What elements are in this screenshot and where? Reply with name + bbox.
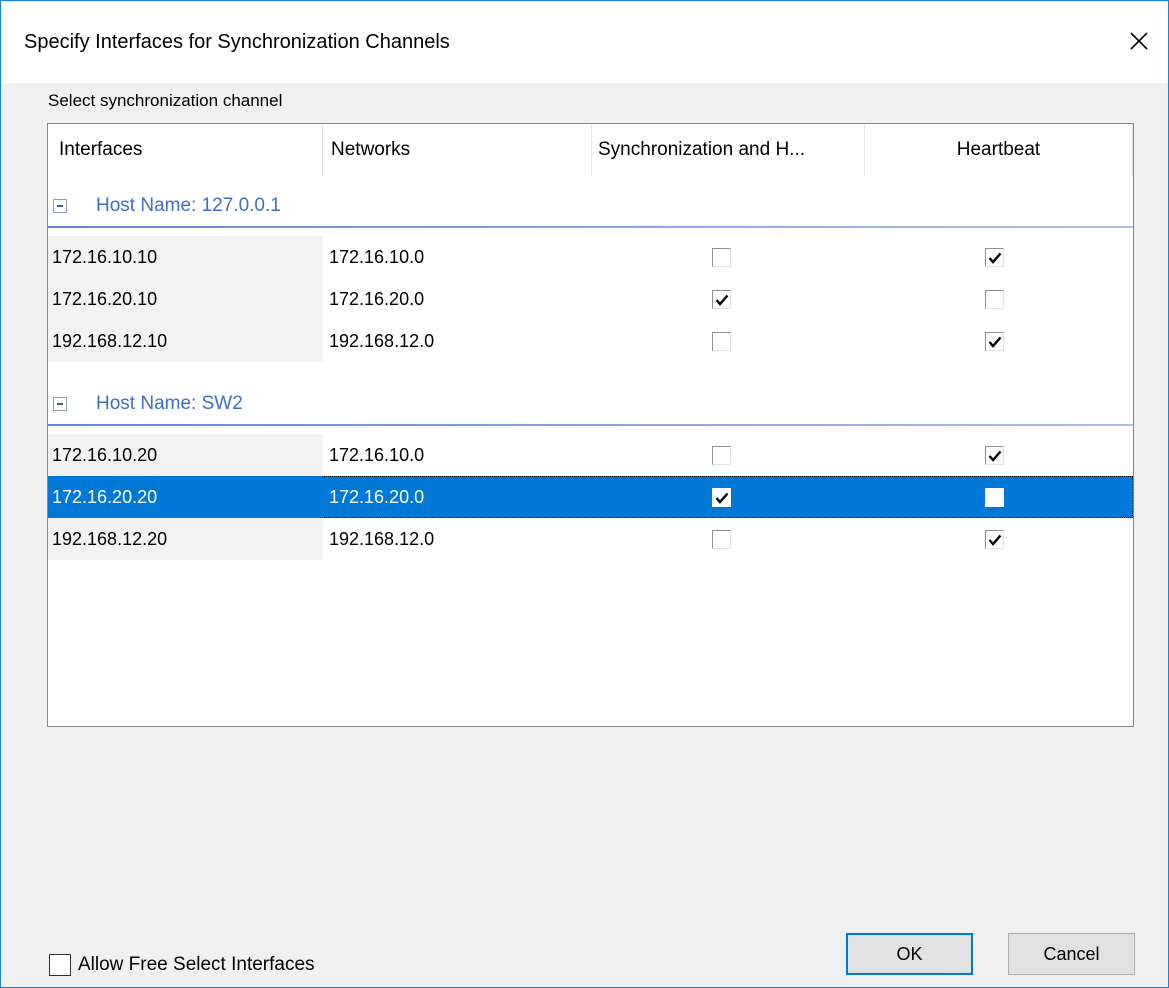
group-divider bbox=[48, 424, 1133, 426]
host-group-title: Host Name: SW2 bbox=[96, 393, 243, 414]
checkmark-icon bbox=[988, 534, 1002, 546]
group-divider bbox=[48, 226, 1133, 228]
interface-cell: 172.16.20.10 bbox=[48, 278, 323, 320]
network-cell: 192.168.12.0 bbox=[329, 528, 435, 549]
table-row[interactable]: 192.168.12.10 192.168.12.0 bbox=[48, 320, 1133, 362]
checkmark-icon bbox=[715, 492, 729, 504]
table-row[interactable]: 172.16.20.20 172.16.20.0 bbox=[48, 476, 1133, 518]
column-header-heartbeat[interactable]: Heartbeat bbox=[865, 124, 1133, 176]
collapse-group-icon[interactable] bbox=[53, 397, 67, 411]
interface-cell: 192.168.12.20 bbox=[48, 518, 323, 560]
sync-checkbox[interactable] bbox=[712, 488, 731, 507]
column-header-networks[interactable]: Networks bbox=[323, 124, 592, 176]
table-row[interactable]: 172.16.20.10 172.16.20.0 bbox=[48, 278, 1133, 320]
heartbeat-checkbox[interactable] bbox=[985, 332, 1004, 351]
heartbeat-checkbox[interactable] bbox=[985, 488, 1004, 507]
heartbeat-checkbox[interactable] bbox=[985, 530, 1004, 549]
host-group-title: Host Name: 127.0.0.1 bbox=[96, 195, 281, 216]
heartbeat-checkbox[interactable] bbox=[985, 248, 1004, 267]
sync-checkbox[interactable] bbox=[712, 530, 731, 549]
table-row[interactable]: 172.16.10.20 172.16.10.0 bbox=[48, 434, 1133, 476]
host-group-header: Host Name: SW2 bbox=[48, 382, 1133, 426]
checkmark-icon bbox=[988, 252, 1002, 264]
table-row[interactable]: 192.168.12.20 192.168.12.0 bbox=[48, 518, 1133, 560]
collapse-group-icon[interactable] bbox=[53, 199, 67, 213]
specify-interfaces-dialog: Specify Interfaces for Synchronization C… bbox=[0, 0, 1169, 988]
host-group-header: Host Name: 127.0.0.1 bbox=[48, 184, 1133, 228]
table-row[interactable]: 172.16.10.10 172.16.10.0 bbox=[48, 236, 1133, 278]
checkmark-icon bbox=[715, 294, 729, 306]
interfaces-listview[interactable]: Interfaces Networks Synchronization and … bbox=[47, 123, 1134, 727]
close-button[interactable] bbox=[1117, 21, 1161, 61]
network-cell: 192.168.12.0 bbox=[329, 330, 435, 351]
title-bar: Specify Interfaces for Synchronization C… bbox=[1, 1, 1168, 83]
interface-cell: 172.16.10.20 bbox=[48, 434, 323, 476]
window-title: Specify Interfaces for Synchronization C… bbox=[24, 31, 450, 53]
sync-checkbox[interactable] bbox=[712, 446, 731, 465]
allow-free-select-checkbox[interactable] bbox=[49, 954, 71, 976]
allow-free-select-label: Allow Free Select Interfaces bbox=[78, 954, 315, 975]
network-cell: 172.16.10.0 bbox=[329, 246, 425, 267]
section-label: Select synchronization channel bbox=[48, 91, 283, 110]
checkmark-icon bbox=[988, 336, 1002, 348]
interface-cell: 192.168.12.10 bbox=[48, 320, 323, 362]
column-header-sync-and-heartbeat[interactable]: Synchronization and H... bbox=[592, 124, 865, 176]
network-cell: 172.16.20.0 bbox=[329, 288, 425, 309]
listview-header: Interfaces Networks Synchronization and … bbox=[48, 124, 1133, 176]
sync-checkbox[interactable] bbox=[712, 290, 731, 309]
network-cell: 172.16.10.0 bbox=[329, 444, 425, 465]
column-header-interfaces[interactable]: Interfaces bbox=[48, 124, 323, 176]
ok-button[interactable]: OK bbox=[846, 933, 973, 975]
sync-checkbox[interactable] bbox=[712, 332, 731, 351]
interface-cell: 172.16.20.20 bbox=[48, 476, 323, 518]
sync-checkbox[interactable] bbox=[712, 248, 731, 267]
close-icon bbox=[1130, 32, 1148, 50]
heartbeat-checkbox[interactable] bbox=[985, 446, 1004, 465]
cancel-button[interactable]: Cancel bbox=[1008, 933, 1135, 975]
checkmark-icon bbox=[988, 450, 1002, 462]
heartbeat-checkbox[interactable] bbox=[985, 290, 1004, 309]
interface-cell: 172.16.10.10 bbox=[48, 236, 323, 278]
network-cell: 172.16.20.0 bbox=[329, 486, 425, 507]
